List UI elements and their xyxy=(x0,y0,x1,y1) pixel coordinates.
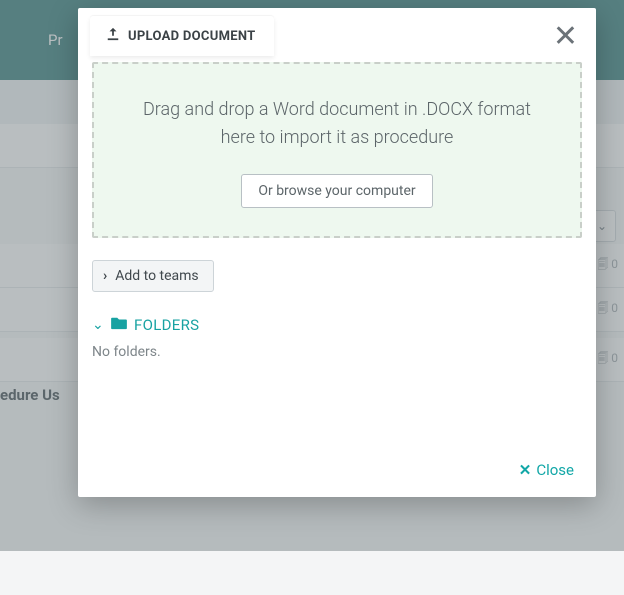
modal-body: Drag and drop a Word document in .DOCX f… xyxy=(78,62,596,446)
modal-footer: ✕ Close xyxy=(78,446,596,497)
browse-computer-button[interactable]: Or browse your computer xyxy=(241,174,432,208)
add-to-teams-button[interactable]: › Add to teams xyxy=(92,260,214,292)
close-icon[interactable]: ✕ xyxy=(553,22,578,52)
upload-document-modal: ✕ UPLOAD DOCUMENT Drag and drop a Word d… xyxy=(78,8,596,497)
dropzone-text: Drag and drop a Word document in .DOCX f… xyxy=(134,96,540,152)
folders-toggle[interactable]: ⌄ FOLDERS xyxy=(92,316,582,334)
folders-label: FOLDERS xyxy=(134,316,199,334)
chevron-down-icon: ⌄ xyxy=(92,317,104,333)
close-button-label: Close xyxy=(536,461,574,479)
close-button[interactable]: ✕ Close xyxy=(519,461,574,479)
add-to-teams-label: Add to teams xyxy=(115,268,198,284)
file-dropzone[interactable]: Drag and drop a Word document in .DOCX f… xyxy=(92,62,582,238)
upload-icon xyxy=(106,27,120,45)
close-x-icon: ✕ xyxy=(519,461,532,479)
upload-tab-label: UPLOAD DOCUMENT xyxy=(128,29,256,44)
upload-tab[interactable]: UPLOAD DOCUMENT xyxy=(90,16,274,56)
chevron-right-icon: › xyxy=(103,268,107,284)
no-folders-text: No folders. xyxy=(92,344,582,360)
folder-icon xyxy=(110,316,128,334)
